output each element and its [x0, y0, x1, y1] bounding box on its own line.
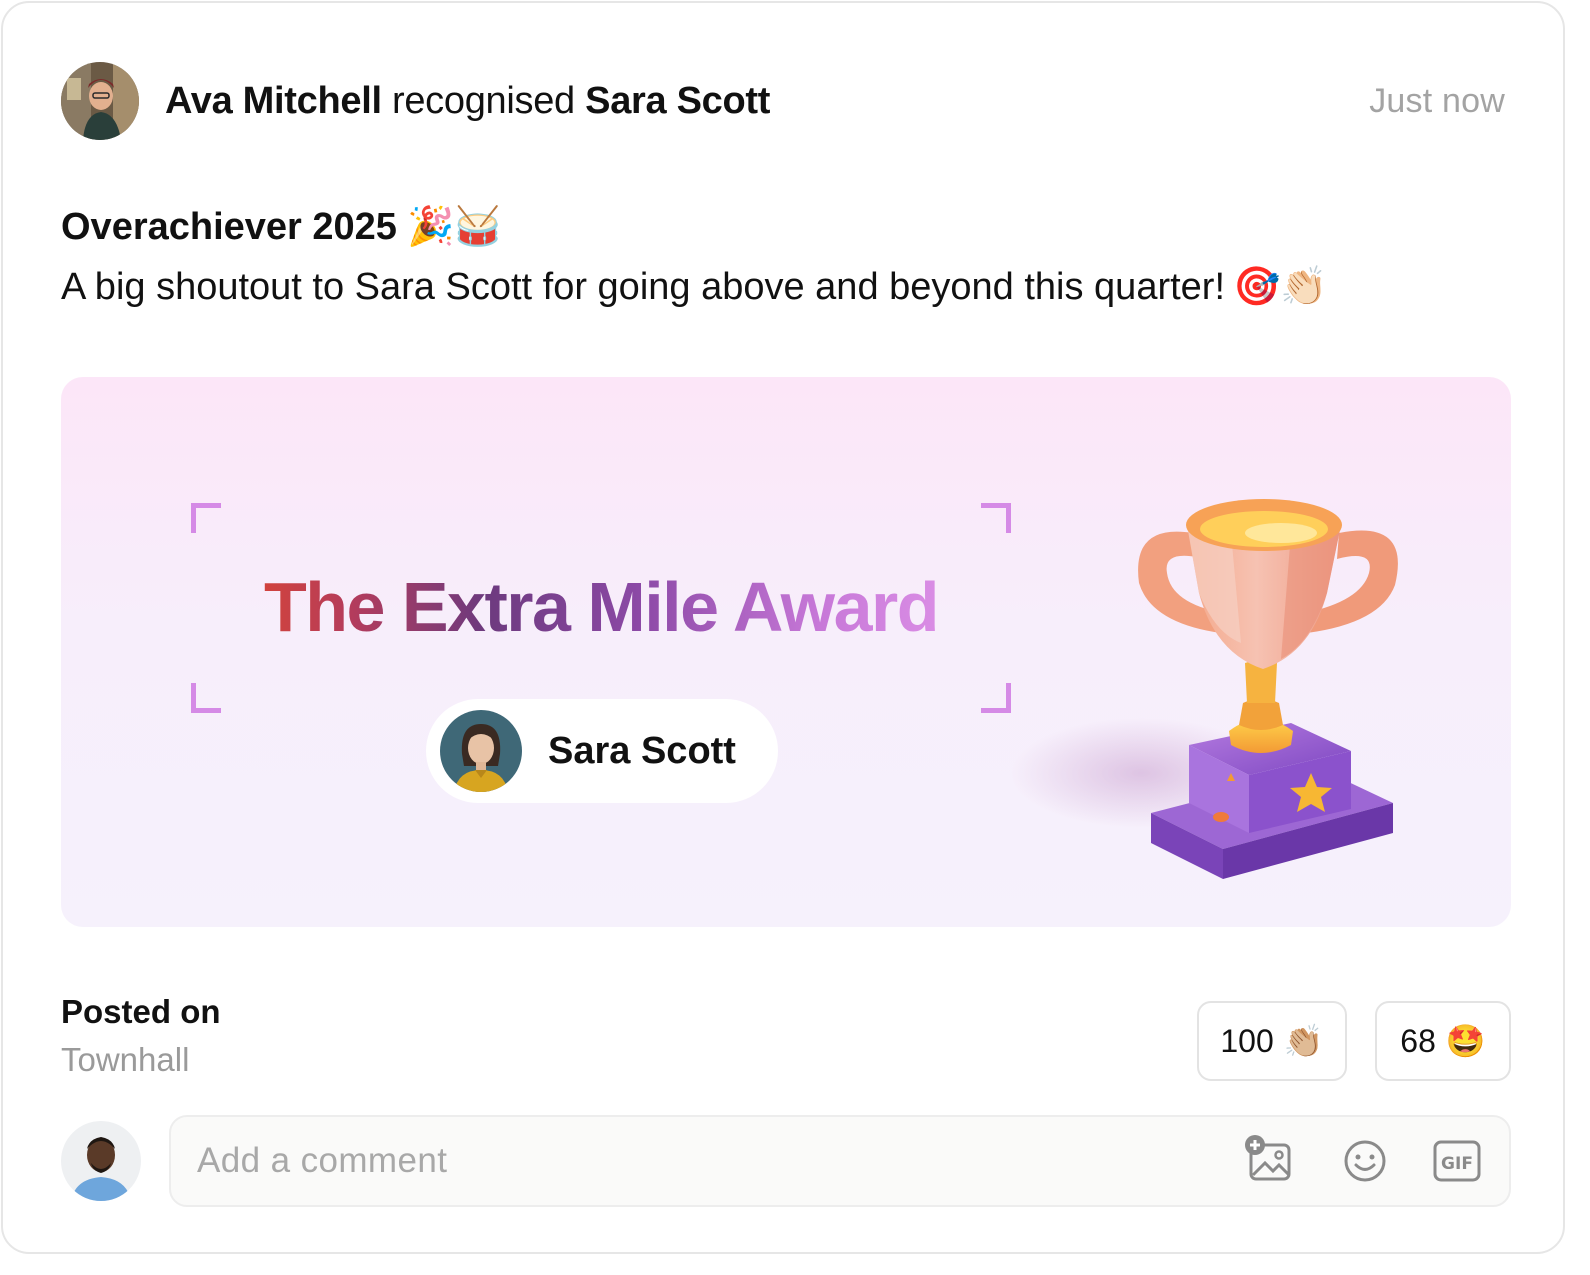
comment-input[interactable]: [197, 1141, 1197, 1181]
award-banner: The Extra Mile Award Sara Scott: [61, 377, 1511, 927]
gif-picker-button[interactable]: GIF: [1431, 1135, 1483, 1187]
clap-emoji-icon: 👏🏼: [1283, 1023, 1324, 1059]
gif-icon: GIF: [1433, 1140, 1481, 1182]
reaction-count: 68: [1400, 1022, 1436, 1059]
emoji-icon: [1344, 1140, 1386, 1182]
action-text: recognised: [391, 79, 575, 122]
author-name[interactable]: Ava Mitchell: [165, 80, 382, 122]
award-recipient-pill[interactable]: Sara Scott: [426, 699, 778, 803]
posted-on-label: Posted on: [61, 993, 221, 1030]
recognition-post-card: Ava Mitchell recognised Sara Scott Just …: [1, 1, 1565, 1254]
post-header: Ava Mitchell recognised Sara Scott Just …: [61, 61, 1505, 141]
comment-box: GIF: [169, 1115, 1511, 1207]
recipient-name[interactable]: Sara Scott: [585, 80, 770, 122]
reaction-star-struck-button[interactable]: 68 🤩: [1375, 1001, 1511, 1081]
post-title: Overachiever 2025: [61, 205, 397, 248]
posted-on-channel[interactable]: Townhall: [61, 1041, 189, 1079]
add-image-icon: [1245, 1135, 1291, 1181]
party-drum-emoji-icon: 🎉🥁: [406, 206, 502, 248]
author-avatar[interactable]: [61, 62, 139, 140]
post-message-row: A big shoutout to Sara Scott for going a…: [61, 265, 1328, 309]
post-timestamp: Just now: [1369, 81, 1505, 120]
emoji-picker-button[interactable]: [1339, 1135, 1391, 1187]
recipient-avatar: [440, 710, 522, 792]
post-message: A big shoutout to Sara Scott for going a…: [61, 265, 1226, 308]
current-user-avatar[interactable]: [61, 1121, 141, 1201]
post-title-row: Overachiever 2025 🎉🥁: [61, 205, 502, 249]
award-title: The Extra Mile Award: [211, 567, 991, 647]
post-headline: Ava Mitchell recognised Sara Scott: [165, 80, 770, 123]
reaction-count: 100: [1220, 1022, 1274, 1059]
trophy-illustration-icon: [1011, 499, 1398, 879]
add-image-button[interactable]: [1243, 1135, 1295, 1187]
star-struck-emoji-icon: 🤩: [1445, 1023, 1486, 1059]
reaction-clap-button[interactable]: 100 👏🏼: [1197, 1001, 1347, 1081]
svg-text:GIF: GIF: [1441, 1154, 1473, 1174]
target-clap-emoji-icon: 🎯👏🏻: [1233, 266, 1328, 308]
corner-bracket: [191, 683, 221, 713]
corner-bracket: [191, 503, 221, 533]
award-recipient-name: Sara Scott: [548, 729, 736, 772]
